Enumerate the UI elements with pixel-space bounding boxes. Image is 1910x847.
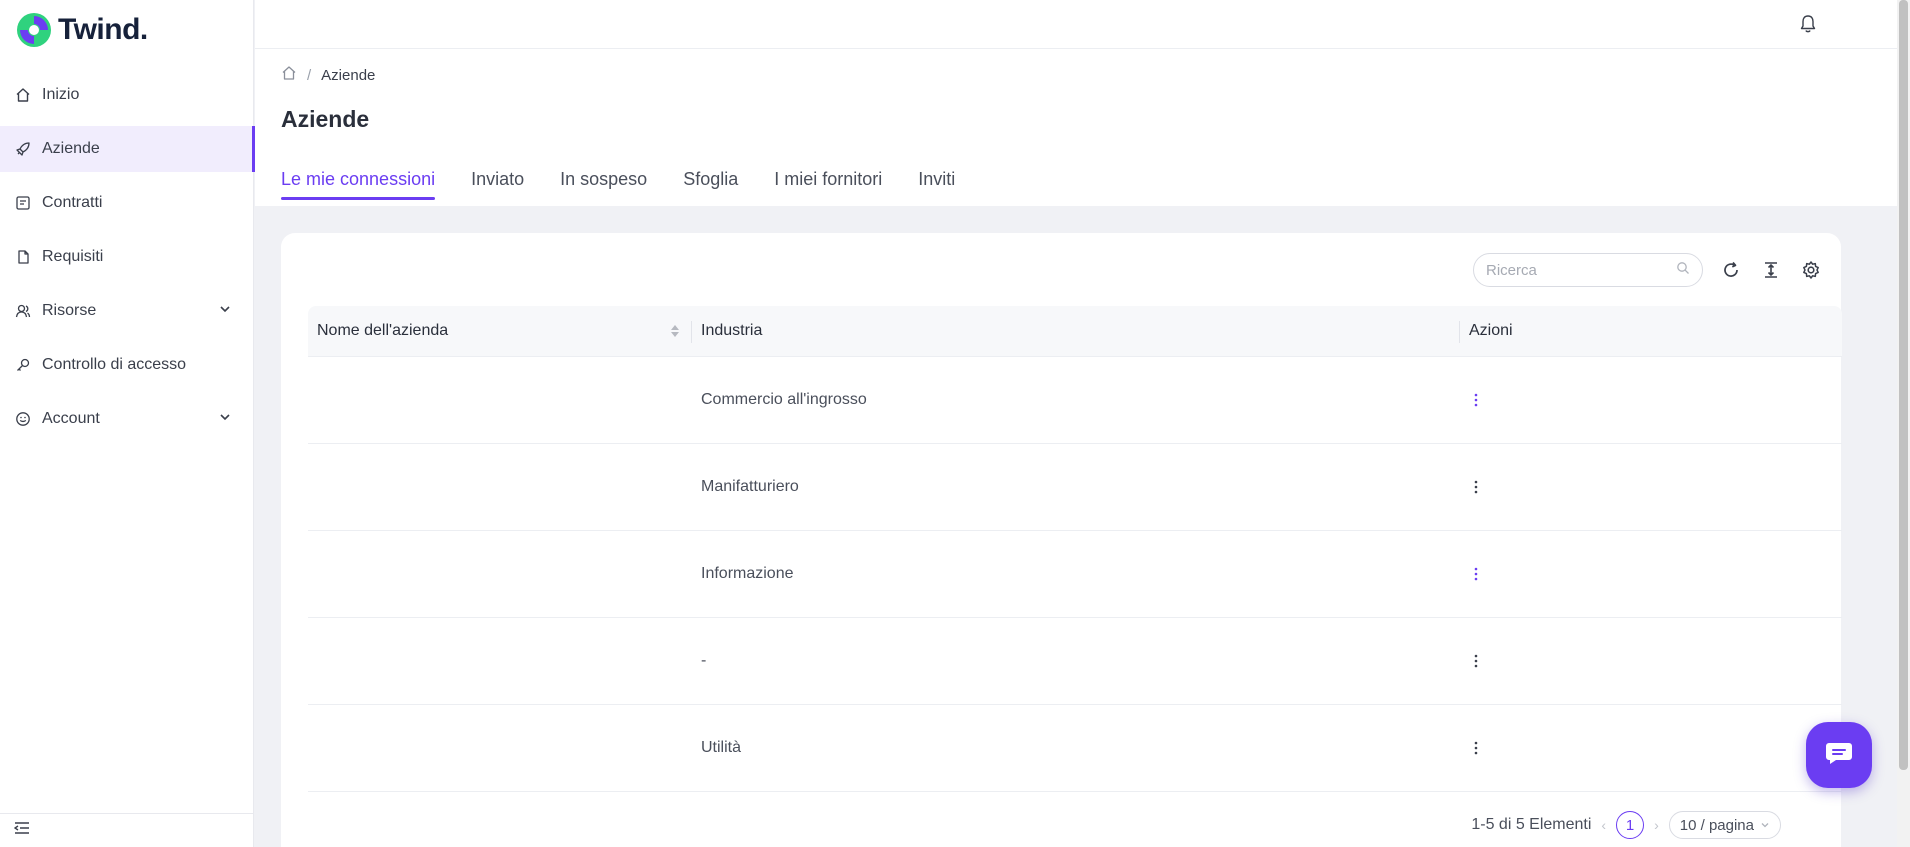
breadcrumb-separator: / [307, 66, 312, 84]
chevron-right-icon[interactable]: › [1654, 817, 1659, 833]
column-header-label: Nome dell'azienda [317, 322, 449, 339]
column-header-label: Azioni [1469, 322, 1513, 339]
sidebar: Twind. Inizio Aziende Contratti Requisit… [0, 0, 255, 847]
companies-table: Nome dell'azienda Industria Azioni Comme… [308, 306, 1842, 792]
rocket-icon [14, 140, 32, 158]
reload-icon[interactable] [1719, 258, 1743, 282]
users-icon [14, 302, 32, 320]
chevron-left-icon[interactable]: ‹ [1601, 817, 1606, 833]
tab-sfoglia[interactable]: Sfoglia [683, 169, 738, 200]
sidebar-item-label: Requisiti [42, 248, 104, 265]
industry-cell: - [701, 652, 707, 669]
chevron-down-icon [1761, 823, 1769, 828]
sidebar-item-inizio[interactable]: Inizio [0, 72, 254, 118]
home-icon [14, 86, 32, 104]
sidebar-item-risorse[interactable]: Risorse [0, 288, 254, 334]
column-header-industria: Industria [692, 306, 1460, 357]
search-box[interactable] [1473, 253, 1703, 287]
actions-cell [1460, 705, 1842, 792]
tab-le-mie-connessioni[interactable]: Le mie connessioni [281, 169, 436, 200]
settings-icon[interactable] [1799, 258, 1823, 282]
tab-inviato[interactable]: Inviato [471, 169, 524, 200]
sidebar-item-aziende[interactable]: Aziende [0, 126, 255, 172]
sidebar-item-label: Contratti [42, 194, 103, 211]
industry-cell: Utilità [701, 739, 742, 756]
twind-logo-icon [17, 13, 51, 47]
scrollbar-thumb[interactable] [1899, 0, 1908, 770]
column-header-azioni: Azioni [1460, 306, 1842, 357]
home-icon[interactable] [281, 65, 297, 85]
tabs: Le mie connessioni Inviato In sospeso Sf… [281, 169, 955, 200]
chevron-down-icon[interactable] [218, 410, 232, 429]
sidebar-item-controllo-accesso[interactable]: Controllo di accesso [0, 342, 254, 388]
brand-logo[interactable]: Twind. [16, 12, 148, 48]
actions-cell [1460, 357, 1842, 444]
sidebar-item-label: Controllo di accesso [42, 356, 187, 373]
tab-in-sospeso[interactable]: In sospeso [560, 169, 647, 200]
page-button-current[interactable]: 1 [1616, 811, 1645, 839]
companies-card: Nome dell'azienda Industria Azioni Comme… [281, 233, 1842, 847]
column-height-icon[interactable] [1759, 258, 1783, 282]
chat-button[interactable] [1806, 722, 1872, 788]
contract-icon [14, 194, 32, 212]
company-name-cell [308, 618, 692, 705]
sidebar-item-account[interactable]: Account [0, 396, 254, 442]
pagination: 1-5 di 5 Elementi ‹ 1 › 10 / pagina [1471, 811, 1781, 839]
sidebar-item-requisiti[interactable]: Requisiti [0, 234, 254, 280]
key-icon [14, 356, 32, 374]
table-row: - [308, 618, 1842, 705]
sidebar-item-label: Account [42, 410, 100, 427]
actions-cell [1460, 444, 1842, 531]
table-header: Nome dell'azienda Industria Azioni [308, 306, 1842, 357]
brand-name: Twind. [58, 13, 148, 46]
company-name-cell [308, 357, 692, 444]
company-name-cell [308, 444, 692, 531]
table-row: Manifatturiero [308, 444, 1842, 531]
breadcrumb: / Aziende [281, 65, 375, 85]
company-name-cell [308, 531, 692, 618]
sidebar-nav: Inizio Aziende Contratti Requisiti Risor… [0, 72, 255, 450]
document-icon [14, 248, 32, 266]
page-size-select[interactable]: 10 / pagina [1668, 811, 1781, 839]
company-name-cell [308, 705, 692, 792]
more-vertical-icon[interactable] [1474, 741, 1478, 755]
page-scrollbar[interactable] [1897, 0, 1910, 847]
more-vertical-icon[interactable] [1474, 480, 1478, 494]
table-row: Informazione [308, 531, 1842, 618]
sidebar-item-label: Inizio [42, 86, 80, 103]
table-row: Utilità [308, 705, 1842, 792]
more-vertical-icon[interactable] [1474, 567, 1478, 581]
chevron-down-icon[interactable] [218, 302, 232, 321]
search-input[interactable] [1486, 261, 1666, 279]
bell-icon[interactable] [1799, 14, 1817, 39]
table-row: Commercio all'ingrosso [308, 357, 1842, 444]
chat-icon [1824, 740, 1854, 771]
breadcrumb-current: Aziende [321, 66, 376, 84]
actions-cell [1460, 618, 1842, 705]
more-vertical-icon[interactable] [1474, 654, 1478, 668]
sidebar-collapse-button[interactable] [0, 813, 254, 847]
more-vertical-icon[interactable] [1474, 393, 1478, 407]
table-toolbar [1473, 253, 1823, 287]
tab-inviti[interactable]: Inviti [918, 169, 955, 200]
industry-cell: Commercio all'ingrosso [701, 391, 867, 408]
column-header-nome-azienda[interactable]: Nome dell'azienda [308, 306, 692, 357]
topbar [255, 0, 1897, 49]
industry-cell: Informazione [701, 565, 794, 582]
sort-icon[interactable] [670, 323, 680, 344]
page-size-value: 10 / pagina [1679, 816, 1754, 834]
smile-icon [14, 410, 32, 428]
pagination-summary: 1-5 di 5 Elementi [1471, 816, 1592, 833]
page-header: / Aziende Aziende Le mie connessioni Inv… [255, 49, 1897, 206]
sidebar-item-label: Aziende [42, 140, 100, 157]
column-header-label: Industria [701, 322, 763, 339]
tab-i-miei-fornitori[interactable]: I miei fornitori [774, 169, 882, 200]
industry-cell: Manifatturiero [701, 478, 799, 495]
menu-collapse-icon [13, 821, 30, 840]
sidebar-item-contratti[interactable]: Contratti [0, 180, 254, 226]
page-title: Aziende [281, 106, 370, 132]
search-icon[interactable] [1676, 261, 1690, 280]
actions-cell [1460, 531, 1842, 618]
sidebar-item-label: Risorse [42, 302, 97, 319]
